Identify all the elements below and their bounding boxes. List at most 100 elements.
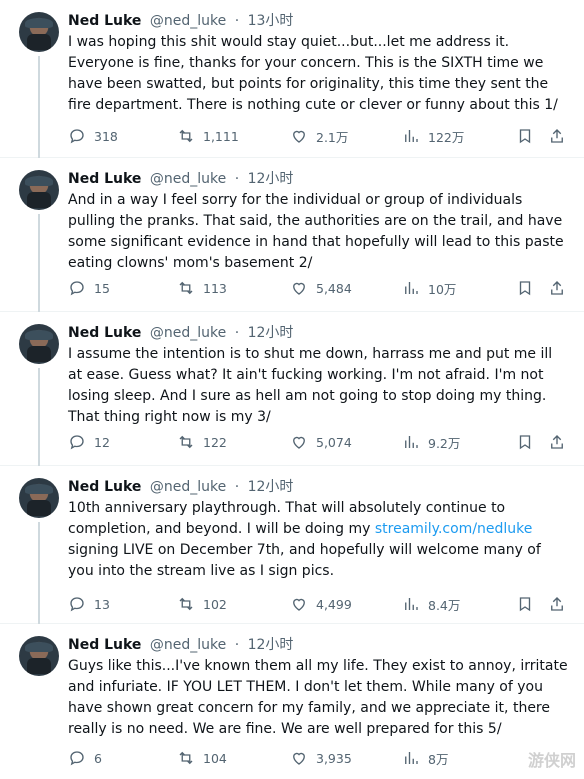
tweet-text: I was hoping this shit would stay quiet.… bbox=[68, 34, 558, 113]
tweet-5[interactable]: Ned Luke @ned_luke · 12小时 Guys like this… bbox=[0, 624, 584, 779]
retweet-button[interactable]: 102 bbox=[177, 594, 227, 614]
tweet-time[interactable]: 12小时 bbox=[248, 479, 294, 495]
tweet-time[interactable]: 12小时 bbox=[248, 325, 294, 341]
heart-icon bbox=[293, 282, 305, 295]
action-bar: 318 1,111 2.1万 122万 bbox=[68, 126, 568, 146]
views-button[interactable]: 9.2万 bbox=[402, 432, 460, 452]
like-count: 5,074 bbox=[316, 434, 352, 450]
author-handle[interactable]: @ned_luke bbox=[150, 171, 226, 187]
like-button[interactable]: 5,074 bbox=[290, 432, 352, 452]
avatar[interactable] bbox=[19, 12, 59, 52]
views-button[interactable]: 10万 bbox=[402, 278, 456, 298]
retweet-icon bbox=[179, 751, 193, 765]
share-button[interactable] bbox=[548, 278, 566, 298]
heart-icon bbox=[293, 436, 305, 449]
share-button[interactable] bbox=[548, 126, 566, 146]
bookmark-button[interactable] bbox=[516, 126, 534, 146]
author-name[interactable]: Ned Luke bbox=[68, 171, 141, 187]
views-button[interactable]: 8万 bbox=[402, 748, 448, 768]
retweet-button[interactable]: 104 bbox=[177, 748, 227, 768]
bookmark-icon bbox=[519, 129, 531, 144]
author-handle[interactable]: @ned_luke bbox=[150, 479, 226, 495]
share-icon bbox=[551, 129, 563, 143]
tweet-2[interactable]: Ned Luke @ned_luke · 12小时 And in a way I… bbox=[0, 158, 584, 312]
bookmark-button[interactable] bbox=[516, 432, 534, 452]
retweet-icon bbox=[179, 281, 193, 295]
share-icon bbox=[551, 281, 563, 295]
action-bar: 12 122 5,074 9.2万 bbox=[68, 432, 568, 452]
tweet-header: Ned Luke @ned_luke · 12小时 bbox=[68, 325, 294, 341]
action-bar: 15 113 5,484 10万 bbox=[68, 278, 568, 298]
reply-icon bbox=[70, 129, 84, 144]
tweet-text-part: signing LIVE on December 7th, and hopefu… bbox=[68, 542, 541, 579]
retweet-count: 104 bbox=[203, 750, 227, 766]
view-count: 8万 bbox=[428, 751, 449, 767]
like-button[interactable]: 4,499 bbox=[290, 594, 352, 614]
share-button[interactable] bbox=[548, 594, 566, 614]
bookmark-icon bbox=[519, 435, 531, 450]
avatar[interactable] bbox=[19, 324, 59, 364]
tweet-time[interactable]: 12小时 bbox=[248, 171, 294, 187]
heart-icon bbox=[293, 752, 305, 765]
tweet-3[interactable]: Ned Luke @ned_luke · 12小时 I assume the i… bbox=[0, 312, 584, 466]
tweet-header: Ned Luke @ned_luke · 12小时 bbox=[68, 171, 294, 187]
tweet-text: 10th anniversary playthrough. That will … bbox=[68, 498, 568, 582]
author-handle[interactable]: @ned_luke bbox=[150, 325, 226, 341]
tweet-time[interactable]: 13小时 bbox=[248, 13, 294, 29]
reply-button[interactable]: 15 bbox=[68, 278, 110, 298]
retweet-button[interactable]: 113 bbox=[177, 278, 227, 298]
share-button[interactable] bbox=[548, 432, 566, 452]
views-button[interactable]: 122万 bbox=[402, 126, 464, 146]
tweet-time[interactable]: 12小时 bbox=[248, 637, 294, 653]
reply-button[interactable]: 13 bbox=[68, 594, 110, 614]
tweet-1[interactable]: Ned Luke @ned_luke · 13小时 I was hoping t… bbox=[0, 0, 584, 158]
like-button[interactable]: 3,935 bbox=[290, 748, 352, 768]
views-button[interactable]: 8.4万 bbox=[402, 594, 460, 614]
bookmark-button[interactable] bbox=[516, 278, 534, 298]
thread-line bbox=[38, 522, 40, 624]
bookmark-button[interactable] bbox=[516, 594, 534, 614]
author-name[interactable]: Ned Luke bbox=[68, 13, 141, 29]
bookmark-icon bbox=[519, 281, 531, 296]
streamily-link[interactable]: streamily.com/nedluke bbox=[375, 521, 533, 537]
avatar[interactable] bbox=[19, 636, 59, 676]
like-button[interactable]: 2.1万 bbox=[290, 126, 348, 146]
reply-count: 12 bbox=[94, 434, 110, 450]
views-icon bbox=[405, 282, 418, 294]
retweet-icon bbox=[179, 129, 193, 143]
reply-count: 13 bbox=[94, 596, 110, 612]
retweet-button[interactable]: 122 bbox=[177, 432, 227, 452]
reply-count: 6 bbox=[94, 750, 102, 766]
tweet-header: Ned Luke @ned_luke · 13小时 bbox=[68, 13, 294, 29]
views-icon bbox=[405, 752, 418, 764]
like-button[interactable]: 5,484 bbox=[290, 278, 352, 298]
view-count: 122万 bbox=[428, 129, 465, 145]
reply-icon bbox=[70, 751, 84, 766]
retweet-count: 113 bbox=[203, 280, 227, 296]
reply-count: 318 bbox=[94, 128, 118, 144]
author-name[interactable]: Ned Luke bbox=[68, 479, 141, 495]
view-count: 10万 bbox=[428, 281, 457, 297]
tweet-header: Ned Luke @ned_luke · 12小时 bbox=[68, 479, 294, 495]
bookmark-icon bbox=[519, 597, 531, 612]
reply-button[interactable]: 12 bbox=[68, 432, 110, 452]
avatar[interactable] bbox=[19, 170, 59, 210]
avatar[interactable] bbox=[19, 478, 59, 518]
heart-icon bbox=[293, 598, 305, 611]
action-bar: 13 102 4,499 8.4万 bbox=[68, 594, 568, 614]
reply-button[interactable]: 6 bbox=[68, 748, 102, 768]
author-handle[interactable]: @ned_luke bbox=[150, 13, 226, 29]
reply-icon bbox=[70, 597, 84, 612]
author-handle[interactable]: @ned_luke bbox=[150, 637, 226, 653]
tweet-4[interactable]: Ned Luke @ned_luke · 12小时 10th anniversa… bbox=[0, 466, 584, 624]
tweet-text: I assume the intention is to shut me dow… bbox=[68, 346, 553, 425]
reply-button[interactable]: 318 bbox=[68, 126, 118, 146]
author-name[interactable]: Ned Luke bbox=[68, 325, 141, 341]
like-count: 3,935 bbox=[316, 750, 352, 766]
reply-count: 15 bbox=[94, 280, 110, 296]
tweet-thread: Ned Luke @ned_luke · 13小时 I was hoping t… bbox=[0, 0, 584, 779]
tweet-text: And in a way I feel sorry for the indivi… bbox=[68, 192, 564, 271]
views-icon bbox=[405, 436, 418, 448]
retweet-button[interactable]: 1,111 bbox=[177, 126, 239, 146]
author-name[interactable]: Ned Luke bbox=[68, 637, 141, 653]
